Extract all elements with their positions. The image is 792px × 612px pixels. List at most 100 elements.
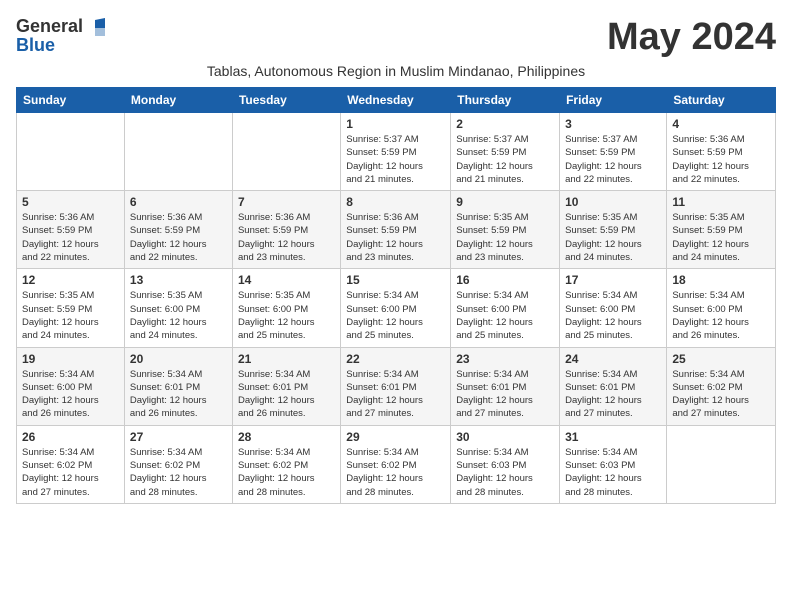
day-info: Sunrise: 5:35 AM Sunset: 5:59 PM Dayligh… bbox=[22, 289, 119, 342]
calendar-week-1: 1 Sunrise: 5:37 AM Sunset: 5:59 PM Daylig… bbox=[17, 113, 776, 191]
day-info: Sunrise: 5:34 AM Sunset: 6:02 PM Dayligh… bbox=[22, 446, 119, 499]
day-info: Sunrise: 5:36 AM Sunset: 5:59 PM Dayligh… bbox=[130, 211, 227, 264]
calendar-body: 1 Sunrise: 5:37 AM Sunset: 5:59 PM Daylig… bbox=[17, 113, 776, 504]
day-number: 22 bbox=[346, 352, 445, 366]
logo-blue-text: Blue bbox=[16, 35, 55, 56]
calendar-cell: 5 Sunrise: 5:36 AM Sunset: 5:59 PM Daylig… bbox=[17, 191, 125, 269]
day-info: Sunrise: 5:36 AM Sunset: 5:59 PM Dayligh… bbox=[672, 133, 770, 186]
day-number: 31 bbox=[565, 430, 661, 444]
calendar-cell: 17 Sunrise: 5:34 AM Sunset: 6:00 PM Dayli… bbox=[560, 269, 667, 347]
day-number: 12 bbox=[22, 273, 119, 287]
calendar-cell: 29Sunrise: 5:34 AM Sunset: 6:02 PM Dayli… bbox=[341, 425, 451, 503]
weekday-header-monday: Monday bbox=[124, 88, 232, 113]
day-number: 5 bbox=[22, 195, 119, 209]
calendar-cell bbox=[667, 425, 776, 503]
calendar-week-3: 12 Sunrise: 5:35 AM Sunset: 5:59 PM Dayli… bbox=[17, 269, 776, 347]
calendar-cell: 1 Sunrise: 5:37 AM Sunset: 5:59 PM Daylig… bbox=[341, 113, 451, 191]
day-info: Sunrise: 5:36 AM Sunset: 5:59 PM Dayligh… bbox=[346, 211, 445, 264]
day-number: 6 bbox=[130, 195, 227, 209]
day-number: 1 bbox=[346, 117, 445, 131]
page-subtitle: Tablas, Autonomous Region in Muslim Mind… bbox=[16, 63, 776, 79]
calendar-cell: 12 Sunrise: 5:35 AM Sunset: 5:59 PM Dayli… bbox=[17, 269, 125, 347]
day-info: Sunrise: 5:34 AM Sunset: 6:00 PM Dayligh… bbox=[456, 289, 554, 342]
day-number: 20 bbox=[130, 352, 227, 366]
day-info: Sunrise: 5:34 AM Sunset: 6:02 PM Dayligh… bbox=[238, 446, 335, 499]
day-info: Sunrise: 5:35 AM Sunset: 5:59 PM Dayligh… bbox=[456, 211, 554, 264]
calendar-cell: 16 Sunrise: 5:34 AM Sunset: 6:00 PM Dayli… bbox=[451, 269, 560, 347]
day-info: Sunrise: 5:35 AM Sunset: 5:59 PM Dayligh… bbox=[565, 211, 661, 264]
page-header: General Blue May 2024 bbox=[16, 16, 776, 59]
day-number: 25 bbox=[672, 352, 770, 366]
day-info: Sunrise: 5:34 AM Sunset: 6:01 PM Dayligh… bbox=[346, 368, 445, 421]
calendar-cell: 14 Sunrise: 5:35 AM Sunset: 6:00 PM Dayli… bbox=[232, 269, 340, 347]
day-number: 27 bbox=[130, 430, 227, 444]
day-number: 19 bbox=[22, 352, 119, 366]
month-title: May 2024 bbox=[607, 16, 776, 59]
logo: General Blue bbox=[16, 16, 105, 56]
day-info: Sunrise: 5:36 AM Sunset: 5:59 PM Dayligh… bbox=[238, 211, 335, 264]
calendar-table: SundayMondayTuesdayWednesdayThursdayFrid… bbox=[16, 87, 776, 504]
weekday-header-saturday: Saturday bbox=[667, 88, 776, 113]
day-info: Sunrise: 5:34 AM Sunset: 6:00 PM Dayligh… bbox=[565, 289, 661, 342]
day-number: 4 bbox=[672, 117, 770, 131]
calendar-cell: 8 Sunrise: 5:36 AM Sunset: 5:59 PM Daylig… bbox=[341, 191, 451, 269]
calendar-cell: 23 Sunrise: 5:34 AM Sunset: 6:01 PM Dayli… bbox=[451, 347, 560, 425]
weekday-header-row: SundayMondayTuesdayWednesdayThursdayFrid… bbox=[17, 88, 776, 113]
calendar-cell: 7 Sunrise: 5:36 AM Sunset: 5:59 PM Daylig… bbox=[232, 191, 340, 269]
weekday-header-thursday: Thursday bbox=[451, 88, 560, 113]
calendar-cell: 30Sunrise: 5:34 AM Sunset: 6:03 PM Dayli… bbox=[451, 425, 560, 503]
day-number: 23 bbox=[456, 352, 554, 366]
day-number: 14 bbox=[238, 273, 335, 287]
calendar-cell: 21Sunrise: 5:34 AM Sunset: 6:01 PM Dayli… bbox=[232, 347, 340, 425]
day-info: Sunrise: 5:34 AM Sunset: 6:01 PM Dayligh… bbox=[565, 368, 661, 421]
day-number: 16 bbox=[456, 273, 554, 287]
calendar-cell: 19Sunrise: 5:34 AM Sunset: 6:00 PM Dayli… bbox=[17, 347, 125, 425]
calendar-week-5: 26 Sunrise: 5:34 AM Sunset: 6:02 PM Dayli… bbox=[17, 425, 776, 503]
calendar-cell: 15 Sunrise: 5:34 AM Sunset: 6:00 PM Dayli… bbox=[341, 269, 451, 347]
day-info: Sunrise: 5:35 AM Sunset: 6:00 PM Dayligh… bbox=[238, 289, 335, 342]
calendar-cell: 27 Sunrise: 5:34 AM Sunset: 6:02 PM Dayli… bbox=[124, 425, 232, 503]
day-number: 10 bbox=[565, 195, 661, 209]
day-number: 15 bbox=[346, 273, 445, 287]
day-info: Sunrise: 5:37 AM Sunset: 5:59 PM Dayligh… bbox=[456, 133, 554, 186]
calendar-cell bbox=[232, 113, 340, 191]
day-info: Sunrise: 5:35 AM Sunset: 5:59 PM Dayligh… bbox=[672, 211, 770, 264]
day-info: Sunrise: 5:34 AM Sunset: 6:02 PM Dayligh… bbox=[130, 446, 227, 499]
day-info: Sunrise: 5:36 AM Sunset: 5:59 PM Dayligh… bbox=[22, 211, 119, 264]
calendar-cell: 9 Sunrise: 5:35 AM Sunset: 5:59 PM Daylig… bbox=[451, 191, 560, 269]
calendar-cell: 28Sunrise: 5:34 AM Sunset: 6:02 PM Dayli… bbox=[232, 425, 340, 503]
day-info: Sunrise: 5:34 AM Sunset: 6:01 PM Dayligh… bbox=[238, 368, 335, 421]
calendar-week-2: 5 Sunrise: 5:36 AM Sunset: 5:59 PM Daylig… bbox=[17, 191, 776, 269]
calendar-cell: 24 Sunrise: 5:34 AM Sunset: 6:01 PM Dayli… bbox=[560, 347, 667, 425]
day-number: 11 bbox=[672, 195, 770, 209]
day-info: Sunrise: 5:34 AM Sunset: 6:01 PM Dayligh… bbox=[456, 368, 554, 421]
day-number: 2 bbox=[456, 117, 554, 131]
day-info: Sunrise: 5:34 AM Sunset: 6:02 PM Dayligh… bbox=[672, 368, 770, 421]
calendar-cell: 4 Sunrise: 5:36 AM Sunset: 5:59 PM Daylig… bbox=[667, 113, 776, 191]
day-info: Sunrise: 5:37 AM Sunset: 5:59 PM Dayligh… bbox=[346, 133, 445, 186]
day-info: Sunrise: 5:34 AM Sunset: 6:00 PM Dayligh… bbox=[346, 289, 445, 342]
day-info: Sunrise: 5:34 AM Sunset: 6:01 PM Dayligh… bbox=[130, 368, 227, 421]
day-number: 17 bbox=[565, 273, 661, 287]
day-info: Sunrise: 5:34 AM Sunset: 6:02 PM Dayligh… bbox=[346, 446, 445, 499]
day-info: Sunrise: 5:35 AM Sunset: 6:00 PM Dayligh… bbox=[130, 289, 227, 342]
calendar-cell: 13 Sunrise: 5:35 AM Sunset: 6:00 PM Dayli… bbox=[124, 269, 232, 347]
day-number: 24 bbox=[565, 352, 661, 366]
calendar-header: SundayMondayTuesdayWednesdayThursdayFrid… bbox=[17, 88, 776, 113]
calendar-cell: 6 Sunrise: 5:36 AM Sunset: 5:59 PM Daylig… bbox=[124, 191, 232, 269]
calendar-week-4: 19Sunrise: 5:34 AM Sunset: 6:00 PM Dayli… bbox=[17, 347, 776, 425]
day-number: 18 bbox=[672, 273, 770, 287]
weekday-header-friday: Friday bbox=[560, 88, 667, 113]
day-number: 26 bbox=[22, 430, 119, 444]
day-number: 9 bbox=[456, 195, 554, 209]
calendar-cell: 31 Sunrise: 5:34 AM Sunset: 6:03 PM Dayli… bbox=[560, 425, 667, 503]
calendar-cell: 20 Sunrise: 5:34 AM Sunset: 6:01 PM Dayli… bbox=[124, 347, 232, 425]
calendar-cell: 18Sunrise: 5:34 AM Sunset: 6:00 PM Dayli… bbox=[667, 269, 776, 347]
day-number: 13 bbox=[130, 273, 227, 287]
calendar-cell: 2 Sunrise: 5:37 AM Sunset: 5:59 PM Daylig… bbox=[451, 113, 560, 191]
day-info: Sunrise: 5:34 AM Sunset: 6:03 PM Dayligh… bbox=[565, 446, 661, 499]
day-number: 7 bbox=[238, 195, 335, 209]
calendar-cell: 26 Sunrise: 5:34 AM Sunset: 6:02 PM Dayli… bbox=[17, 425, 125, 503]
calendar-cell bbox=[124, 113, 232, 191]
day-number: 8 bbox=[346, 195, 445, 209]
